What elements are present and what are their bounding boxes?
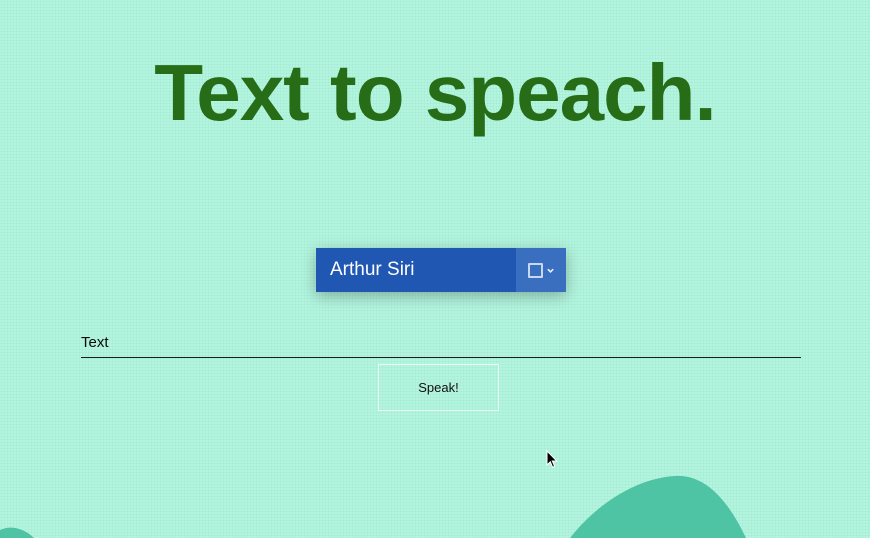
voice-select[interactable]: Arthur Siri [316, 248, 566, 292]
speak-button[interactable]: Speak! [378, 364, 499, 411]
text-input[interactable] [81, 332, 801, 357]
chevron-down-icon [546, 268, 554, 273]
voice-select-toggle[interactable] [516, 248, 566, 292]
voice-select-value: Arthur Siri [330, 259, 415, 280]
text-field: Text [81, 332, 801, 358]
square-icon [527, 262, 543, 278]
page-title: Text to speach. [154, 48, 716, 137]
mouse-cursor-icon [546, 450, 558, 468]
